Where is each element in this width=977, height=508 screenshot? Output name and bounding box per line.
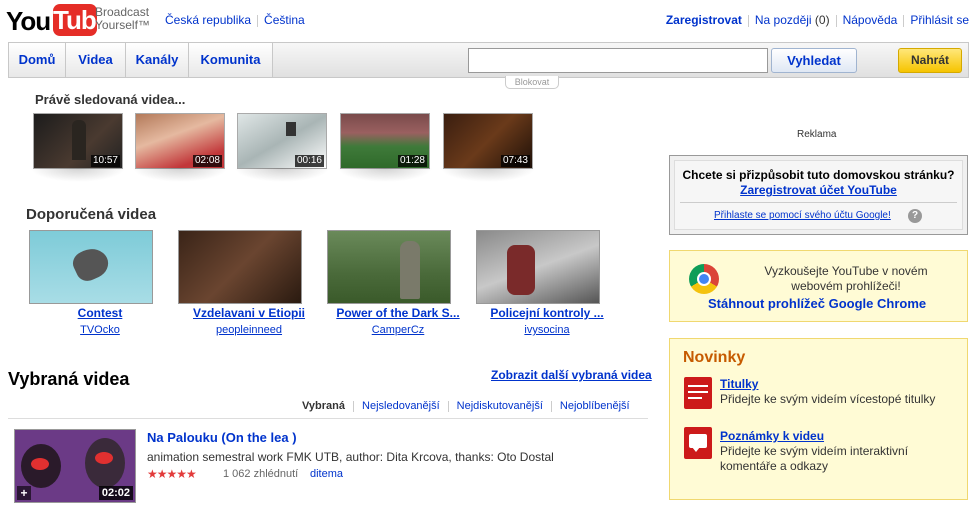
chrome-promo-line-2: webovém prohlížeči! (791, 279, 901, 293)
featured-tab-selected[interactable]: Vybraná (302, 400, 345, 412)
help-link[interactable]: Nápověda (843, 13, 898, 27)
featured-tab-most-viewed[interactable]: Nejsledovanější (362, 400, 440, 412)
recommended-video-title[interactable]: Vzdelavani v Etiopii (179, 306, 319, 320)
youtube-logo[interactable]: You Tube (6, 4, 110, 38)
video-duration: 02:08 (192, 155, 222, 167)
tagline-line-2: Yourself™ (95, 18, 150, 32)
tab-community[interactable]: Komunita (189, 43, 273, 77)
thumb-shadow (234, 168, 330, 182)
video-duration: 01:28 (397, 155, 427, 167)
tagline: Broadcast Yourself™ (95, 6, 150, 32)
thumb-shadow (337, 168, 433, 182)
block-toggle[interactable]: Blokovat (505, 76, 559, 89)
logo-text-tube: Tube (53, 4, 110, 36)
tab-home[interactable]: Domů (9, 43, 66, 77)
featured-tabs: Vybraná Nejsledovanější Nejdiskutovanější N… (302, 400, 630, 412)
customize-box: Chcete si přizpůsobit tuto domovskou str… (669, 155, 968, 235)
news-subtitles-line-1: Přidejte ke svým videím vícestopé titulk… (720, 392, 936, 406)
add-to-queue-icon[interactable]: + (17, 486, 31, 500)
recommended-video-title[interactable]: Power of the Dark S... (328, 306, 468, 320)
recommended-title: Doporučená videa (26, 206, 157, 223)
featured-tab-favorites[interactable]: Nejoblíbenější (560, 400, 630, 412)
news-box: Novinky Titulky Přidejte ke svým videím … (669, 338, 968, 500)
login-link[interactable]: Přihlásit se (910, 13, 969, 27)
recommended-video-user[interactable]: ivysocina (477, 324, 617, 336)
chrome-logo-icon (689, 264, 719, 294)
recent-video-thumb[interactable]: 02:08 (135, 113, 225, 169)
watch-later-link[interactable]: Na později (755, 13, 812, 27)
thumb-shadow (132, 168, 228, 182)
chrome-promo-box: Vyzkoušejte YouTube v novém webovém proh… (669, 250, 968, 322)
customize-register-link[interactable]: Zaregistrovat účet YouTube (670, 183, 967, 197)
subtitles-icon (684, 377, 712, 409)
recommended-video-thumb[interactable] (327, 230, 451, 304)
video-duration: 02:02 (98, 486, 133, 500)
watch-later-count: (0) (814, 13, 830, 27)
upload-button[interactable]: Nahrát (898, 48, 962, 73)
search-input[interactable] (468, 48, 768, 73)
customize-google-link[interactable]: Přihlaste se pomocí svého účtu Google! (714, 210, 891, 221)
rating-stars: ★★★★★ (147, 467, 197, 481)
region-link[interactable]: Česká republika (165, 13, 251, 27)
news-annotations-link[interactable]: Poznámky k videu (720, 429, 824, 443)
thumb-shadow (30, 168, 126, 182)
news-subtitles-link[interactable]: Titulky (720, 377, 758, 391)
recent-video-thumb[interactable]: 00:16 (237, 113, 327, 169)
featured-more-link[interactable]: Zobrazit další vybraná videa (491, 368, 652, 382)
annotations-icon (684, 427, 712, 459)
recent-video-thumb[interactable]: 07:43 (443, 113, 533, 169)
news-title: Novinky (683, 349, 746, 366)
chrome-promo-line-1: Vyzkoušejte YouTube v novém (764, 264, 928, 278)
recommended-video-user[interactable]: peopleinneed (179, 324, 319, 336)
tab-videos[interactable]: Videa (66, 43, 126, 77)
recommended-video-user[interactable]: TVOcko (30, 324, 170, 336)
recent-video-thumb[interactable]: 10:57 (33, 113, 123, 169)
recommended-video-title[interactable]: Policejní kontroly ... (477, 306, 617, 320)
recent-video-thumb[interactable]: 01:28 (340, 113, 430, 169)
recommended-video-user[interactable]: CamperCz (328, 324, 468, 336)
ad-label: Reklama (797, 129, 837, 140)
news-annotations-line-1: Přidejte ke svým videím interaktivní (720, 444, 909, 458)
chrome-promo-text: Vyzkoušejte YouTube v novém webovém proh… (736, 264, 956, 294)
chrome-download-link[interactable]: Stáhnout prohlížeč Google Chrome (708, 296, 926, 311)
language-link[interactable]: Čeština (264, 13, 305, 27)
news-annotations-line-2: komentáře a odkazy (720, 459, 829, 473)
locale-links: Česká republika Čeština (165, 13, 305, 27)
recommended-video-thumb[interactable] (178, 230, 302, 304)
register-link[interactable]: Zaregistrovat (666, 13, 742, 27)
featured-video-title[interactable]: Na Palouku (On the lea ) (147, 430, 297, 445)
featured-video-user[interactable]: ditema (310, 468, 343, 480)
featured-video-thumb[interactable]: + 02:02 (14, 429, 136, 503)
featured-divider (8, 418, 648, 419)
customize-question: Chcete si přizpůsobit tuto domovskou str… (682, 168, 955, 182)
featured-video-description: animation semestral work FMK UTB, author… (147, 450, 554, 464)
recommended-video-thumb[interactable] (476, 230, 600, 304)
video-duration: 07:43 (500, 155, 530, 167)
search-button[interactable]: Vyhledat (771, 48, 857, 73)
logo-text-you: You (6, 6, 51, 36)
customize-divider (680, 202, 957, 203)
featured-tab-most-discussed[interactable]: Nejdiskutovanější (457, 400, 543, 412)
news-annotations-text: Přidejte ke svým videím interaktivní kom… (720, 444, 960, 474)
featured-title: Vybraná videa (8, 369, 130, 389)
view-count: 1 062 zhlédnutí (223, 468, 299, 480)
news-subtitles-text: Přidejte ke svým videím vícestopé titulk… (720, 392, 960, 407)
help-icon[interactable]: ? (908, 209, 922, 223)
recent-title: Právě sledovaná videa... (35, 92, 186, 107)
video-duration: 10:57 (90, 155, 120, 167)
tab-channels[interactable]: Kanály (126, 43, 189, 77)
recommended-video-thumb[interactable] (29, 230, 153, 304)
account-links: Zaregistrovat Na později (0) Nápověda Přihl… (666, 13, 969, 27)
thumb-shadow (440, 168, 536, 182)
video-duration: 00:16 (294, 155, 324, 167)
recommended-video-title[interactable]: Contest (30, 306, 170, 320)
